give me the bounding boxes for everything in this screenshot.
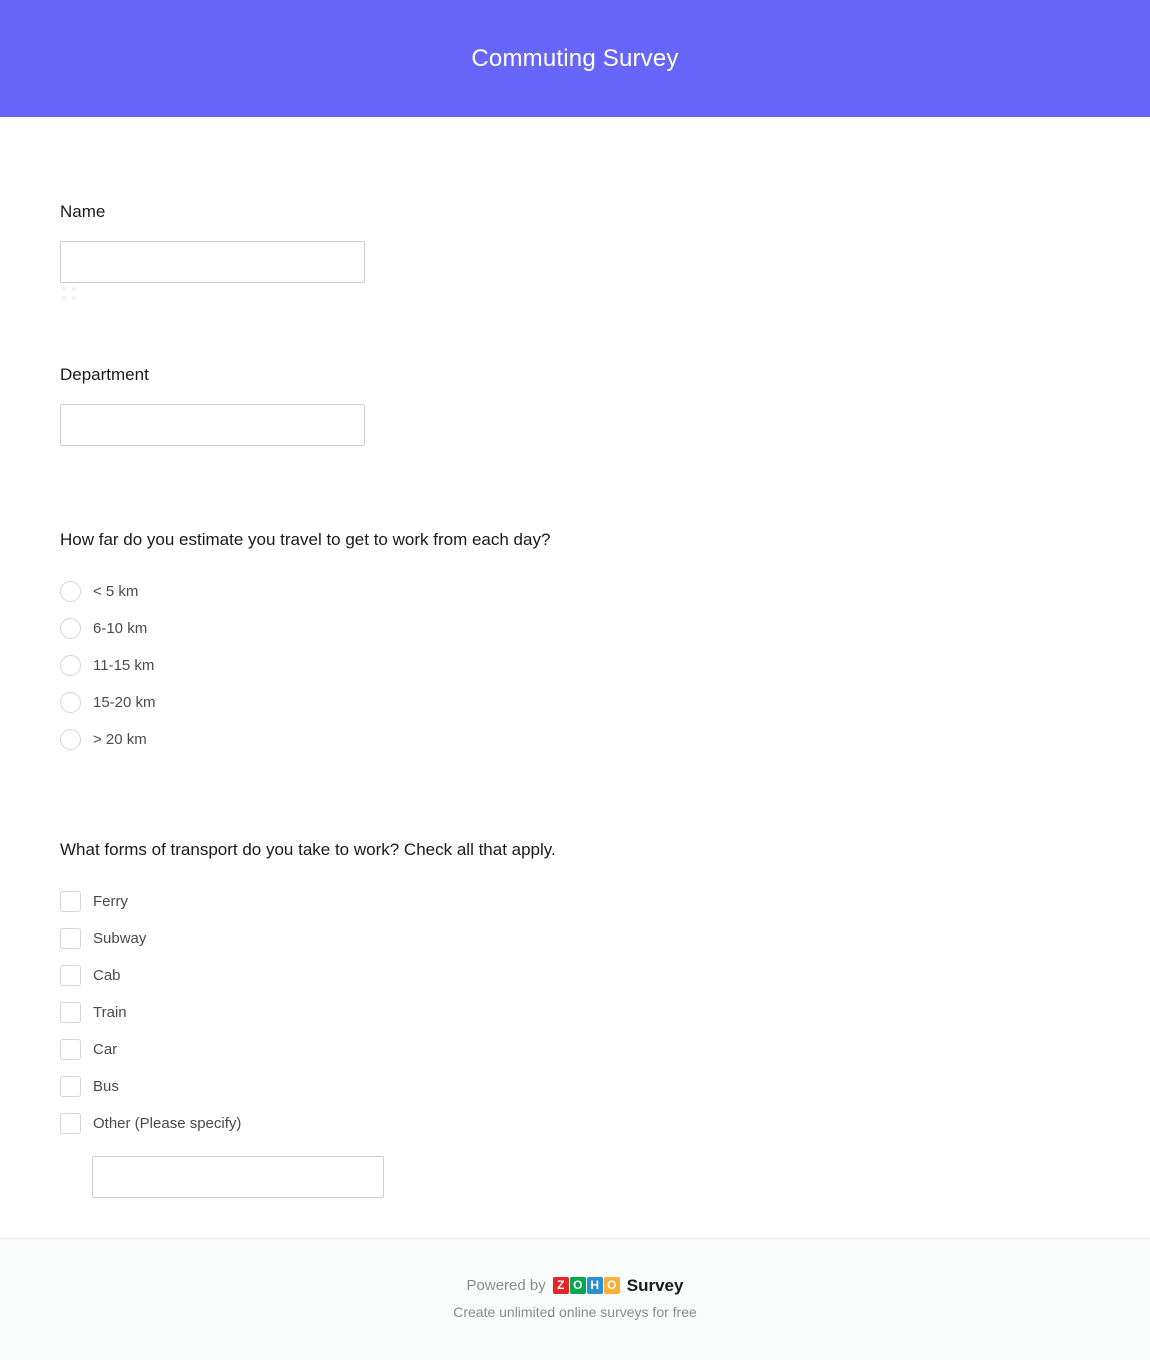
radio-icon[interactable] <box>60 729 81 750</box>
drag-dot <box>72 287 76 291</box>
radio-option-11-15[interactable]: 11-15 km <box>60 647 550 684</box>
field-label-department: Department <box>60 365 149 384</box>
drag-dot <box>62 287 66 291</box>
checkbox-icon[interactable] <box>60 928 81 949</box>
radio-option-lt5[interactable]: < 5 km <box>60 573 550 610</box>
question-text-distance: How far do you estimate you travel to ge… <box>60 530 551 549</box>
drag-dot <box>62 296 66 300</box>
radio-group-distance: < 5 km 6-10 km 11-15 km 15-20 km > 20 km <box>60 573 550 758</box>
checkbox-icon[interactable] <box>60 965 81 986</box>
powered-by-row: Powered by Z O H O Survey <box>466 1276 684 1295</box>
checkbox-option-label: Car <box>93 1040 118 1058</box>
checkbox-icon[interactable] <box>60 1002 81 1023</box>
drag-dot <box>72 296 76 300</box>
radio-option-15-20[interactable]: 15-20 km <box>60 684 550 721</box>
checkbox-option-subway[interactable]: Subway <box>60 920 556 957</box>
checkbox-option-ferry[interactable]: Ferry <box>60 883 556 920</box>
radio-option-gt20[interactable]: > 20 km <box>60 721 550 758</box>
radio-icon[interactable] <box>60 692 81 713</box>
radio-option-label: 15-20 km <box>93 693 156 711</box>
survey-page: Commuting Survey Name Department How far… <box>0 0 1150 1360</box>
radio-option-label: < 5 km <box>93 582 139 600</box>
checkbox-option-bus[interactable]: Bus <box>60 1068 556 1105</box>
radio-icon[interactable] <box>60 655 81 676</box>
checkbox-icon[interactable] <box>60 891 81 912</box>
name-input[interactable] <box>60 241 365 283</box>
question-text-transport: What forms of transport do you take to w… <box>60 840 556 859</box>
other-specify-input[interactable] <box>92 1156 384 1198</box>
survey-footer: Powered by Z O H O Survey Create unlimit… <box>0 1238 1150 1360</box>
checkbox-option-label: Bus <box>93 1077 119 1095</box>
radio-icon[interactable] <box>60 581 81 602</box>
powered-by-label: Powered by <box>466 1277 546 1294</box>
radio-option-label: > 20 km <box>93 730 147 748</box>
checkbox-option-label: Cab <box>93 966 121 984</box>
checkbox-icon[interactable] <box>60 1076 81 1097</box>
zoho-letter-z: Z <box>552 1277 569 1294</box>
checkbox-option-cab[interactable]: Cab <box>60 957 556 994</box>
zoho-letter-o2: O <box>603 1277 620 1294</box>
checkbox-option-label: Subway <box>93 929 147 947</box>
department-input[interactable] <box>60 404 365 446</box>
checkbox-option-label: Train <box>93 1003 127 1021</box>
radio-option-6-10[interactable]: 6-10 km <box>60 610 550 647</box>
zoho-product-name: Survey <box>626 1276 684 1295</box>
zoho-letter-o1: O <box>569 1277 586 1294</box>
footer-tagline: Create unlimited online surveys for free <box>453 1304 697 1320</box>
checkbox-icon[interactable] <box>60 1039 81 1060</box>
page-title: Commuting Survey <box>471 44 679 72</box>
checkbox-group-transport: Ferry Subway Cab Train Car Bus Other (Pl… <box>60 883 556 1198</box>
survey-body: Name Department How far do you estimate … <box>0 117 1150 1238</box>
zoho-logo-icon: Z O H O <box>552 1277 621 1294</box>
field-label-name: Name <box>60 202 106 221</box>
checkbox-option-label: Other (Please specify) <box>93 1114 242 1132</box>
field-department: Department <box>60 364 365 446</box>
checkbox-icon[interactable] <box>60 1113 81 1134</box>
checkbox-option-car[interactable]: Car <box>60 1031 556 1068</box>
radio-icon[interactable] <box>60 618 81 639</box>
checkbox-option-label: Ferry <box>93 892 128 910</box>
survey-header: Commuting Survey <box>0 0 1150 117</box>
checkbox-option-train[interactable]: Train <box>60 994 556 1031</box>
radio-option-label: 6-10 km <box>93 619 148 637</box>
question-transport: What forms of transport do you take to w… <box>60 839 556 1198</box>
field-name: Name <box>60 201 365 283</box>
zoho-letter-h: H <box>586 1277 603 1294</box>
radio-option-label: 11-15 km <box>93 656 155 674</box>
question-distance: How far do you estimate you travel to ge… <box>60 529 550 758</box>
checkbox-option-other[interactable]: Other (Please specify) <box>60 1105 556 1142</box>
